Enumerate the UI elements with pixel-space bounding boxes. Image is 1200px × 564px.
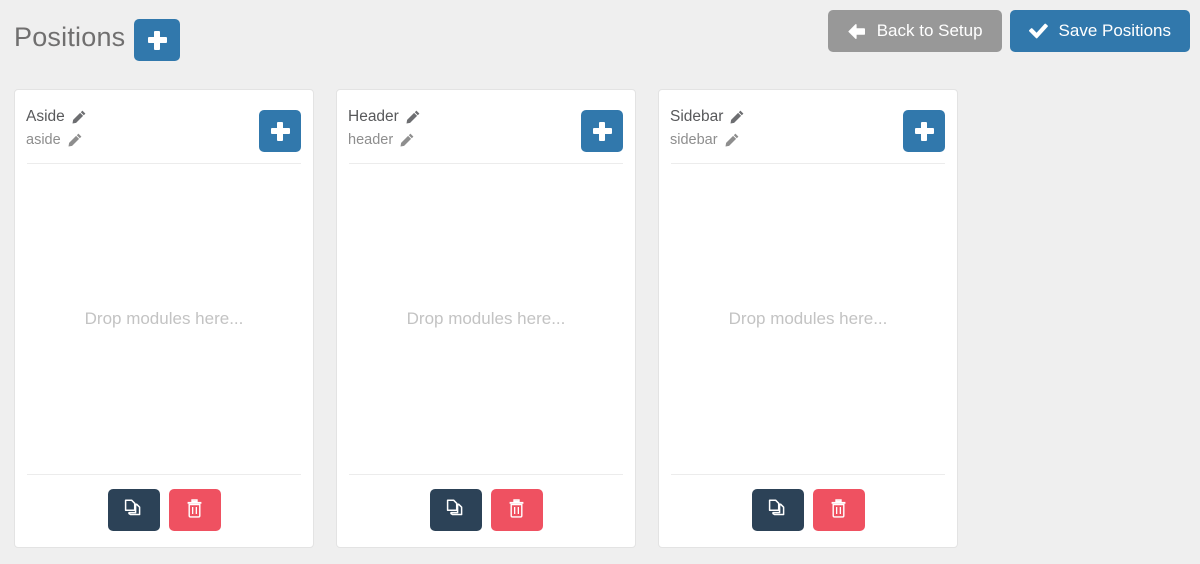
position-card-header: Aside aside — [15, 90, 313, 163]
copy-icon — [768, 499, 787, 521]
position-card-header: Sidebar sidebar — [659, 90, 957, 163]
delete-position-button[interactable] — [490, 489, 543, 531]
position-card-footer — [659, 475, 957, 547]
back-to-setup-label: Back to Setup — [876, 21, 983, 40]
arrow-left-icon — [847, 23, 866, 40]
save-positions-label: Save Positions — [1058, 21, 1171, 40]
copy-position-button[interactable] — [429, 489, 482, 531]
position-card-footer — [337, 475, 635, 547]
module-dropzone[interactable]: Drop modules here... — [337, 164, 635, 474]
pencil-icon[interactable] — [400, 133, 414, 147]
add-module-button[interactable] — [259, 110, 301, 152]
module-dropzone[interactable]: Drop modules here... — [659, 164, 957, 474]
position-name: Header — [348, 108, 399, 125]
delete-position-button[interactable] — [168, 489, 221, 531]
pencil-icon[interactable] — [725, 133, 739, 147]
position-key: header — [348, 132, 394, 148]
trash-icon — [186, 499, 203, 521]
position-key: aside — [26, 132, 61, 148]
page-title: Positions — [14, 22, 126, 52]
position-card: Header header Drop modules here... — [336, 89, 636, 548]
add-module-button[interactable] — [581, 110, 623, 152]
copy-icon — [446, 499, 465, 521]
position-card-footer — [15, 475, 313, 547]
position-name: Aside — [26, 108, 65, 125]
trash-icon — [830, 499, 847, 521]
header-actions: Back to Setup Save Positions — [827, 10, 1190, 52]
positions-list: Aside aside Drop modules here... Header … — [14, 89, 958, 548]
position-card: Sidebar sidebar Drop modules here... — [658, 89, 958, 548]
save-positions-button[interactable]: Save Positions — [1009, 10, 1190, 52]
pencil-icon[interactable] — [730, 110, 744, 124]
plus-icon — [147, 30, 167, 50]
check-icon — [1028, 23, 1048, 39]
copy-position-button[interactable] — [107, 489, 160, 531]
plus-icon — [914, 121, 934, 141]
position-card-header: Header header — [337, 90, 635, 163]
delete-position-button[interactable] — [812, 489, 865, 531]
position-key: sidebar — [670, 132, 718, 148]
back-to-setup-button[interactable]: Back to Setup — [827, 10, 1002, 52]
page-header: Positions Back to Setup Save Positions — [0, 0, 1200, 78]
module-dropzone[interactable]: Drop modules here... — [15, 164, 313, 474]
copy-icon — [124, 499, 143, 521]
add-module-button[interactable] — [903, 110, 945, 152]
plus-icon — [592, 121, 612, 141]
add-position-button[interactable] — [134, 19, 180, 61]
trash-icon — [508, 499, 525, 521]
copy-position-button[interactable] — [751, 489, 804, 531]
position-name: Sidebar — [670, 108, 724, 125]
plus-icon — [270, 121, 290, 141]
pencil-icon[interactable] — [72, 110, 86, 124]
pencil-icon[interactable] — [68, 133, 82, 147]
pencil-icon[interactable] — [406, 110, 420, 124]
position-card: Aside aside Drop modules here... — [14, 89, 314, 548]
